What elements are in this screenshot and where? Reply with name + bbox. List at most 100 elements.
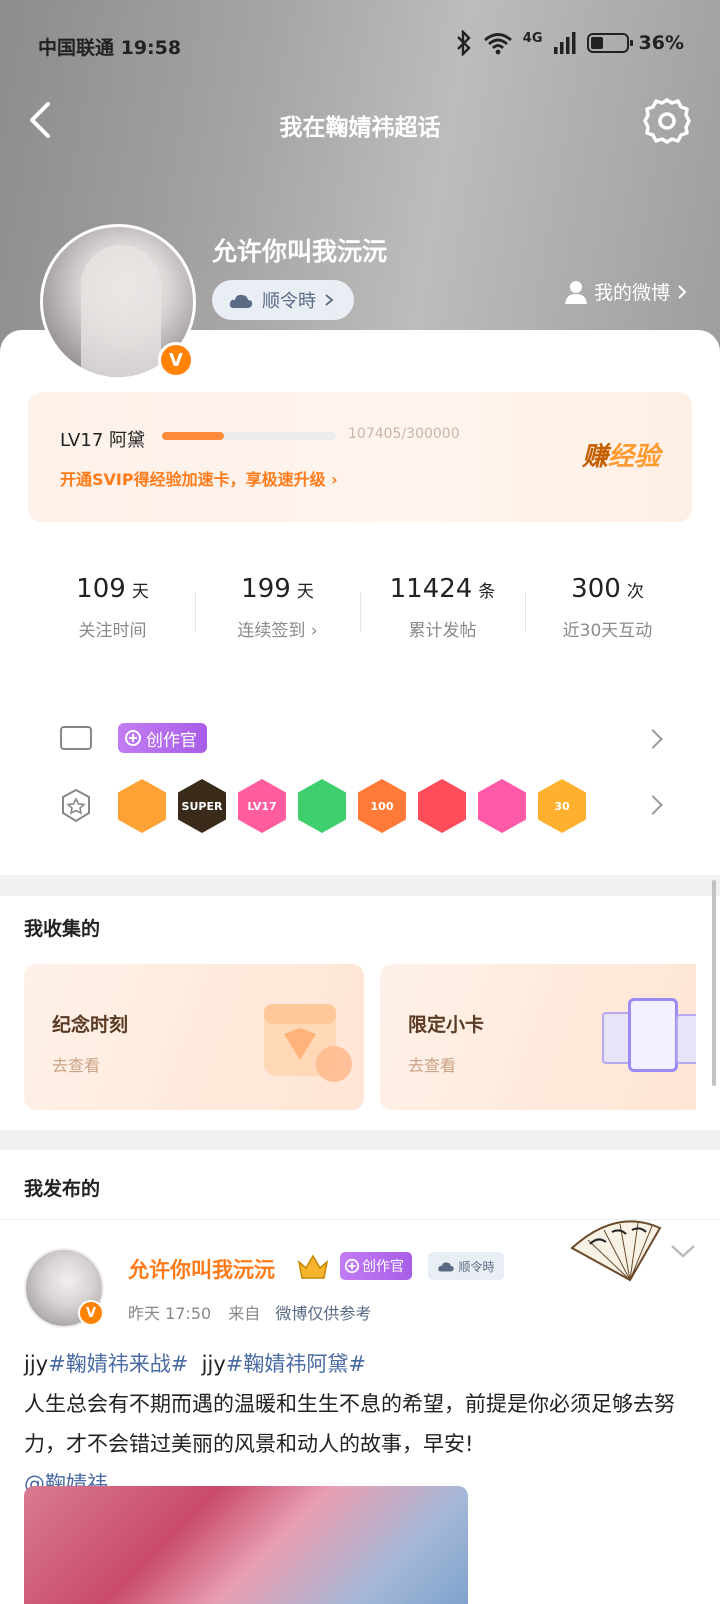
carrier-time: 中国联通 19:58 (38, 37, 182, 59)
stat-value: 300 (571, 574, 621, 604)
title-chip-label: 顺令時 (262, 291, 316, 312)
post-text: 人生总会有不期而遇的温暖和生生不息的希望，前提是你必须足够去努力，才不会错过美丽… (24, 1392, 675, 1456)
chevron-right-icon: › (331, 470, 338, 489)
stat-unit: 天 (131, 582, 149, 602)
cloud-icon (229, 294, 253, 308)
battery-percent: 36% (638, 32, 684, 54)
card-title: 纪念时刻 (52, 1014, 129, 1036)
card-subtitle[interactable]: 去查看 (408, 1052, 456, 1076)
badges-panel: 创作官 SUPER LV17 100 30 (30, 696, 690, 858)
earn-label-a: 赚 (581, 442, 608, 472)
creator-icon (344, 1258, 360, 1274)
post-author[interactable]: 允许你叫我沅沅 (128, 1254, 275, 1284)
stat-label: 累计发帖 (408, 621, 477, 641)
bluetooth-icon (456, 30, 471, 56)
my-weibo-link[interactable]: 我的微博 (564, 278, 688, 305)
signal-icon (553, 32, 576, 54)
stat-label: 连续签到 (237, 621, 306, 641)
stat-checkin-days[interactable]: 199 天 连续签到 › (195, 548, 360, 666)
medal-outline-icon (62, 788, 90, 823)
100-days-medal-icon[interactable]: 100 (358, 779, 406, 833)
card-subtitle[interactable]: 去查看 (52, 1052, 100, 1076)
stats-row: 109 天 关注时间 199 天 连续签到 › 11424 条 累计发帖 300 次 近… (30, 548, 690, 666)
post-creator-tag[interactable]: 创作官 (340, 1252, 412, 1280)
id-card-icon (60, 726, 92, 750)
stat-posts: 11424 条 累计发帖 (360, 548, 525, 666)
stat-label: 近30天互动 (562, 621, 653, 641)
stat-unit: 条 (478, 582, 496, 602)
level-exp-text: 107405/300000 (348, 426, 460, 442)
page-title: 我在鞠婧祎超话 (279, 115, 441, 141)
title-chip[interactable]: 顺令時 (212, 280, 354, 320)
wifi-icon (483, 33, 512, 55)
verified-v-icon: V (78, 1300, 104, 1326)
scrollbar[interactable] (712, 880, 716, 1086)
mini-card-image (628, 998, 678, 1072)
status-icons: 4G 36% (455, 30, 684, 56)
stat-value: 199 (241, 574, 291, 604)
post-text: jjy (24, 1352, 49, 1376)
posted-title: 我发布的 (24, 1178, 101, 1200)
posted-header: 我发布的 (0, 1150, 720, 1220)
level-name: LV17 阿黛 (60, 430, 145, 451)
post-source[interactable]: 微博仅供参考 (275, 1304, 371, 1323)
post-title-chip[interactable]: 顺令時 (428, 1252, 504, 1280)
post-creator-label: 创作官 (362, 1259, 404, 1275)
stat-follow-days: 109 天 关注时间 (30, 548, 195, 666)
gear-icon[interactable] (642, 96, 692, 146)
hand-medal-icon[interactable] (298, 779, 346, 833)
medals-row[interactable]: SUPER LV17 100 30 (60, 778, 660, 834)
topic-link[interactable]: #鞠婧祎阿黛# (226, 1352, 366, 1376)
collection-title: 我收集的 (24, 918, 101, 940)
level-panel[interactable]: LV17 阿黛 107405/300000 开通SVIP得经验加速卡，享极速升级… (28, 392, 692, 522)
post-time: 昨天 17:50 (128, 1304, 212, 1323)
section-divider (0, 876, 720, 896)
limited-card[interactable]: 限定小卡 去查看 (380, 964, 696, 1110)
trophy-medal-icon[interactable] (418, 779, 466, 833)
medal-list: SUPER LV17 100 30 (118, 779, 598, 833)
calendar-heart-icon (264, 1004, 352, 1082)
earn-exp-button[interactable]: 赚经验 (582, 436, 660, 473)
mini-card-image (676, 1014, 696, 1064)
stat-value: 109 (76, 574, 126, 604)
section-divider (0, 1130, 720, 1150)
creator-tag[interactable]: 创作官 (118, 723, 207, 753)
battery-icon (586, 33, 633, 53)
svip-tip[interactable]: 开通SVIP得经验加速卡，享极速升级 › (60, 466, 338, 490)
network-type: 4G (522, 30, 543, 46)
identity-row[interactable]: 创作官 (60, 718, 660, 758)
stat-unit: 天 (296, 582, 314, 602)
stat-value: 11424 (389, 574, 473, 604)
lv17-medal-icon[interactable]: LV17 (238, 779, 286, 833)
graduate-medal-icon[interactable] (478, 779, 526, 833)
username: 允许你叫我沅沅 (212, 237, 388, 266)
cloud-icon (438, 1262, 455, 1272)
post-topics-line: jjy#鞠婧祎来战# jjy#鞠婧祎阿黛# (24, 1344, 700, 1384)
stat-unit: 次 (626, 582, 644, 602)
memorial-card[interactable]: 纪念时刻 去查看 (24, 964, 364, 1110)
chevron-right-icon (678, 284, 687, 299)
svip-tip-text: 开通SVIP得经验加速卡，享极速升级 (60, 470, 326, 489)
30-days-medal-icon[interactable]: 30 (538, 779, 586, 833)
topic-link[interactable]: #鞠婧祎来战# (48, 1352, 188, 1376)
post-from-label: 来自 (228, 1304, 261, 1323)
chevron-right-icon: › (310, 621, 318, 641)
post-title-chip-label: 顺令時 (458, 1259, 495, 1274)
crown-medal-icon[interactable] (118, 779, 166, 833)
stat-interactions: 300 次 近30天互动 (525, 548, 690, 666)
level-progress-fill (162, 432, 225, 440)
super-medal-icon[interactable]: SUPER (178, 779, 226, 833)
card-title: 限定小卡 (408, 1014, 485, 1036)
level-progress-bar (162, 432, 336, 440)
creator-icon (125, 730, 141, 746)
chevron-right-icon (325, 294, 334, 306)
post-meta: 昨天 17:50 来自 微博仅供参考 (128, 1300, 371, 1324)
status-bar: 中国联通 19:58 4G 36% (38, 30, 684, 60)
fan-decoration-icon (570, 1220, 662, 1282)
my-weibo-label: 我的微博 (593, 282, 670, 304)
collection-section: 我收集的 纪念时刻 去查看 限定小卡 去查看 (0, 896, 720, 1130)
chevron-down-icon[interactable] (668, 1236, 698, 1266)
stat-label: 关注时间 (78, 621, 147, 641)
post-image[interactable] (24, 1486, 468, 1604)
crown-badge-icon (297, 1254, 329, 1279)
